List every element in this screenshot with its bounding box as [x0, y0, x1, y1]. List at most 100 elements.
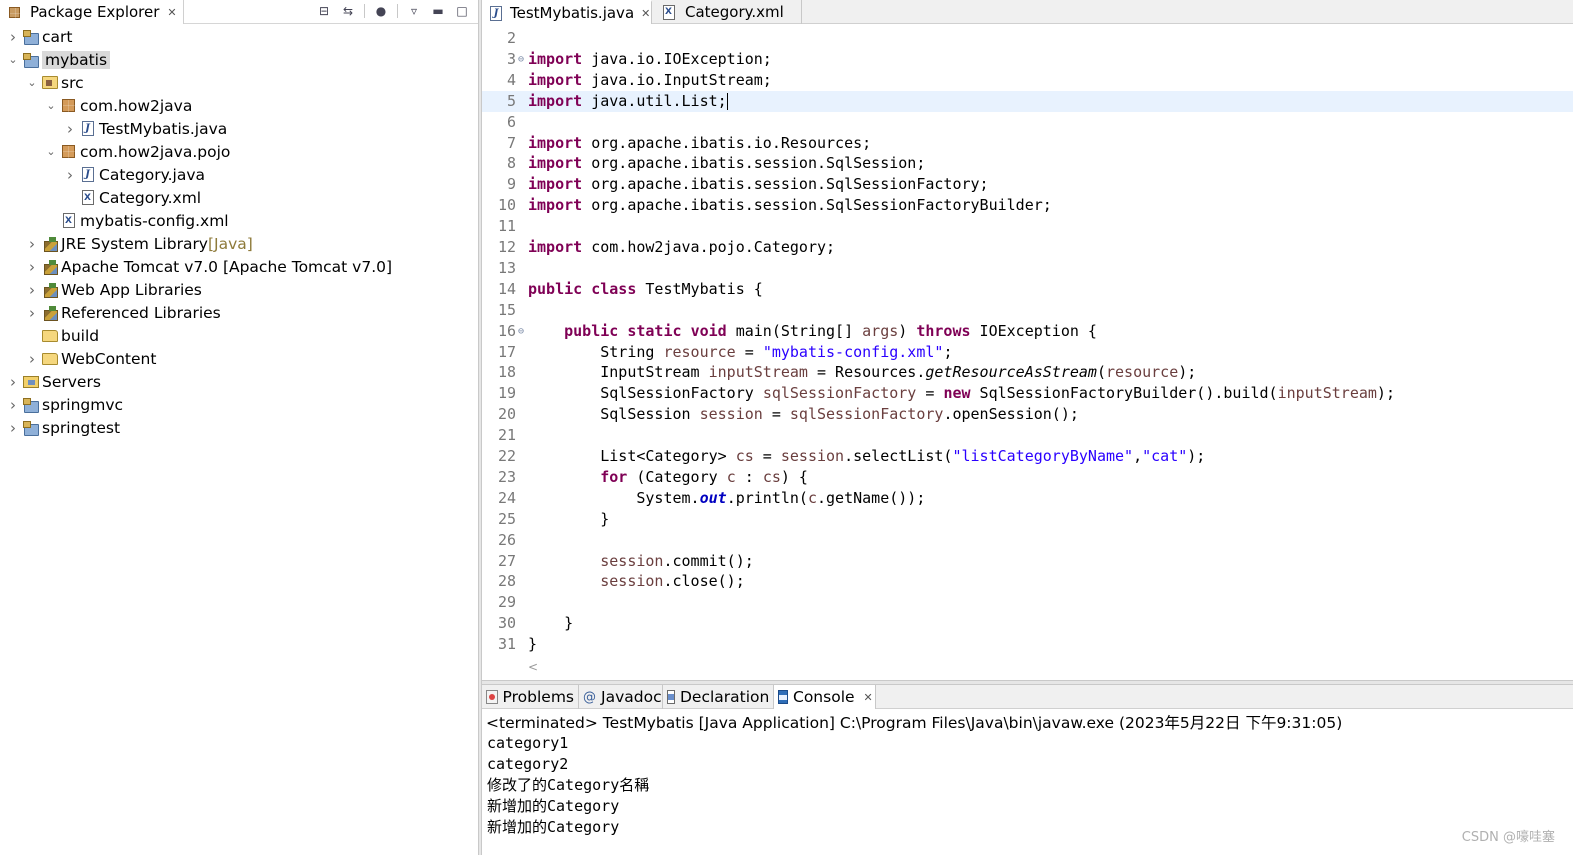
bottom-tab[interactable]: Problems	[482, 685, 579, 709]
view-menu-icon[interactable]: ▿	[406, 3, 422, 19]
code-line[interactable]: 12 import com.how2java.pojo.Category;	[482, 237, 1573, 258]
code-token: (Category	[627, 467, 727, 486]
tree-item[interactable]: › Servers	[6, 370, 101, 393]
code-line[interactable]: 7 import org.apache.ibatis.io.Resources;	[482, 133, 1573, 154]
scroll-left-icon[interactable]: <	[528, 660, 538, 674]
tree-item[interactable]: › JRE System Library [Java]	[25, 232, 253, 255]
close-icon[interactable]: ✕	[167, 6, 176, 19]
code-line[interactable]: 28 session.close();	[482, 571, 1573, 592]
expanded-twisty-icon[interactable]: ⌄	[44, 99, 58, 112]
code-line[interactable]: 30 }	[482, 613, 1573, 634]
tree-item-label: cart	[42, 27, 73, 46]
tree-item[interactable]: › J Category.java	[63, 163, 205, 186]
code-line[interactable]: 22 List<Category> cs = session.selectLis…	[482, 446, 1573, 467]
code-line[interactable]: 15	[482, 300, 1573, 321]
link-with-editor-icon[interactable]: ⇆	[340, 3, 356, 19]
collapsed-twisty-icon[interactable]: ›	[63, 120, 77, 138]
code-line[interactable]: 23 for (Category c : cs) {	[482, 467, 1573, 488]
code-line[interactable]: 10 import org.apache.ibatis.session.SqlSe…	[482, 195, 1573, 216]
code-line[interactable]: 16 ⊖ public static void main(String[] arg…	[482, 321, 1573, 342]
collapsed-twisty-icon[interactable]: ›	[6, 396, 20, 414]
console-output[interactable]: category1 category2 修改了的Category名稱 新增加的Cate…	[487, 733, 649, 838]
code-area[interactable]: 2 3 ⊖ import java.io.IOException; 4 import ja…	[482, 28, 1573, 656]
expanded-twisty-icon[interactable]: ⌄	[44, 145, 58, 158]
close-icon[interactable]: ✕	[864, 691, 873, 704]
code-token: "cat"	[1142, 447, 1188, 465]
code-line[interactable]: 5 import java.util.List;	[482, 90, 1573, 112]
line-number: 4	[506, 70, 516, 89]
code-line[interactable]: 17 String resource = "mybatis-config.xml…	[482, 342, 1573, 363]
code-line[interactable]: 6	[482, 112, 1573, 133]
tree-item[interactable]: › springmvc	[6, 393, 123, 416]
editor-tab[interactable]: J TestMybatis.java ✕	[482, 0, 652, 24]
package-explorer-view: Package Explorer ✕ ⊟ ⇆ ● ▿ ▬ □ › cart ⌄ myb…	[0, 0, 478, 855]
tree-item[interactable]: › J TestMybatis.java	[63, 117, 227, 140]
tree-item[interactable]: ⌄ src	[25, 71, 83, 94]
tree-item[interactable]: build	[25, 324, 99, 347]
tree-item[interactable]: › Web App Libraries	[25, 278, 202, 301]
code-token: .getName());	[817, 488, 926, 507]
tree-item[interactable]: › WebContent	[25, 347, 156, 370]
code-line[interactable]: 20 SqlSession session = sqlSessionFactor…	[482, 404, 1573, 425]
code-line[interactable]: 3 ⊖ import java.io.IOException;	[482, 49, 1573, 70]
code-line[interactable]: 29	[482, 592, 1573, 613]
code-line[interactable]: 9 import org.apache.ibatis.session.SqlSes…	[482, 174, 1573, 195]
tree-item[interactable]: › Apache Tomcat v7.0 [Apache Tomcat v7.0]	[25, 255, 392, 278]
collapsed-twisty-icon[interactable]: ›	[6, 373, 20, 391]
tree-item[interactable]: ⌄ com.how2java	[44, 94, 192, 117]
code-line[interactable]: 14 public class TestMybatis {	[482, 279, 1573, 300]
tree-item[interactable]: ⌄ mybatis	[6, 48, 111, 71]
code-token: .commit();	[663, 551, 754, 570]
expanded-twisty-icon[interactable]: ⌄	[25, 76, 39, 89]
tree-item-label: mybatis	[42, 50, 111, 69]
bottom-tab-label: Javadoc	[601, 688, 662, 706]
editor-tab[interactable]: X Category.xml	[652, 0, 802, 24]
tree-item[interactable]: › cart	[6, 25, 72, 48]
maximize-icon[interactable]: □	[454, 3, 470, 19]
code-line[interactable]: 2	[482, 28, 1573, 49]
code-token: }	[528, 509, 610, 528]
code-line[interactable]: 25 }	[482, 509, 1573, 530]
bottom-tab[interactable]: Declaration	[663, 685, 774, 709]
tree-item[interactable]: › Referenced Libraries	[25, 301, 221, 324]
tree-item[interactable]: Xmybatis-config.xml	[44, 209, 229, 232]
collapsed-twisty-icon[interactable]: ›	[25, 281, 39, 299]
collapsed-twisty-icon[interactable]: ›	[6, 28, 20, 46]
collapsed-twisty-icon[interactable]: ›	[25, 258, 39, 276]
code-line[interactable]: 21	[482, 425, 1573, 446]
code-line[interactable]: 8 import org.apache.ibatis.session.SqlSes…	[482, 153, 1573, 174]
collapsed-twisty-icon[interactable]: ›	[6, 419, 20, 437]
horizontal-scrollbar[interactable]: <	[528, 660, 1573, 676]
code-line[interactable]: 31}	[482, 634, 1573, 655]
declaration-icon	[667, 690, 675, 704]
fold-toggle-icon[interactable]: ⊖	[516, 49, 526, 70]
code-token: ) {	[780, 467, 808, 486]
tree-item[interactable]: ⌄ com.how2java.pojo	[44, 140, 230, 163]
code-line[interactable]: 11	[482, 216, 1573, 237]
code-line[interactable]: 26	[482, 530, 1573, 551]
collapsed-twisty-icon[interactable]: ›	[25, 350, 39, 368]
fold-toggle-icon[interactable]: ⊖	[516, 321, 526, 342]
code-line[interactable]: 4 import java.io.InputStream;	[482, 70, 1573, 91]
minimize-icon[interactable]: ▬	[430, 3, 446, 19]
close-icon[interactable]: ✕	[641, 7, 650, 20]
code-line[interactable]: 18 InputStream inputStream = Resources.g…	[482, 362, 1573, 383]
collapsed-twisty-icon[interactable]: ›	[25, 235, 39, 253]
code-line[interactable]: 27 session.commit();	[482, 551, 1573, 572]
collapsed-twisty-icon[interactable]: ›	[63, 166, 77, 184]
focus-task-icon[interactable]: ●	[373, 3, 389, 19]
code-line[interactable]: 24 System.out.println(c.getName());	[482, 488, 1573, 509]
package-explorer-tab[interactable]: Package Explorer ✕	[0, 0, 184, 24]
collapse-all-icon[interactable]: ⊟	[316, 3, 332, 19]
tree-item-label: springtest	[42, 418, 121, 437]
collapsed-twisty-icon[interactable]: ›	[25, 304, 39, 322]
code-line[interactable]: 13	[482, 258, 1573, 279]
code-line[interactable]: 19 SqlSessionFactory sqlSessionFactory =…	[482, 383, 1573, 404]
bottom-tab[interactable]: @ Javadoc	[579, 685, 663, 709]
bottom-tab[interactable]: Console ✕	[774, 685, 876, 709]
library-icon	[41, 282, 58, 298]
tree-item[interactable]: X Category.xml	[63, 186, 201, 209]
expanded-twisty-icon[interactable]: ⌄	[6, 53, 20, 66]
line-number: 31	[497, 635, 516, 654]
tree-item[interactable]: › springtest	[6, 416, 120, 439]
